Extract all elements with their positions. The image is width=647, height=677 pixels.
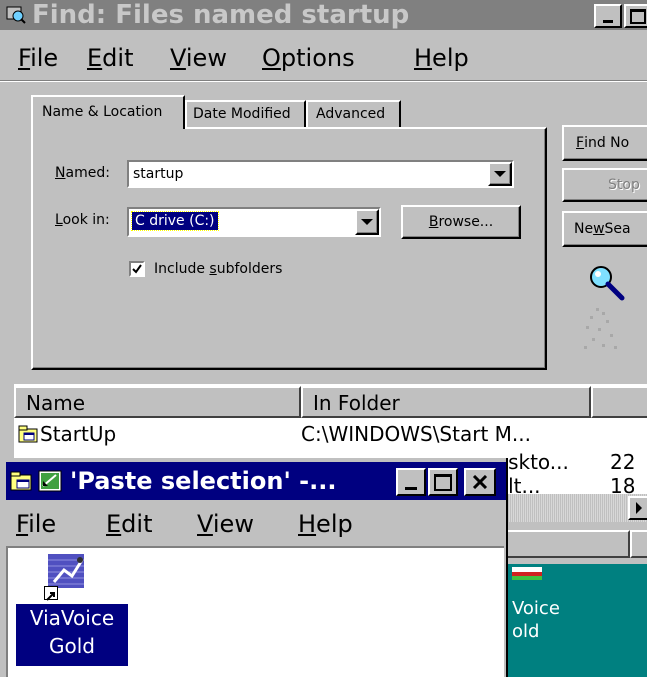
paste-minimize-button[interactable] — [396, 468, 426, 496]
background-header-cell — [500, 530, 630, 558]
background-title-stripe — [500, 494, 647, 522]
named-label: Named: — [55, 165, 110, 181]
menu-edit[interactable]: Edit — [87, 44, 133, 72]
row-name: StartUp — [40, 422, 117, 446]
row-folder: C:\WINDOWS\Start M... — [301, 422, 531, 446]
tab-name-location[interactable]: Name & Location — [31, 95, 185, 129]
paste-title-bar[interactable]: 'Paste selection' -... — [6, 462, 506, 500]
tab-date-modified[interactable]: Date Modified — [185, 100, 306, 128]
lookin-value[interactable]: C drive (C:) — [131, 211, 219, 231]
folder-icon — [10, 470, 34, 492]
chevron-down-icon — [494, 171, 506, 177]
browse-button[interactable]: Browse... — [401, 205, 521, 239]
checkmark-icon — [132, 264, 142, 274]
paste-window-title: 'Paste selection' -... — [70, 467, 337, 495]
menu-separator — [0, 80, 647, 82]
find-minimize-button[interactable] — [594, 4, 622, 28]
column-header-folder[interactable]: In Folder — [301, 386, 591, 418]
chevron-right-icon — [636, 502, 642, 514]
column-header-name[interactable]: Name — [14, 386, 301, 418]
magnifier-icon — [586, 262, 630, 306]
menu-options[interactable]: Options — [262, 44, 355, 72]
background-scroll-right-button[interactable] — [628, 496, 647, 520]
lookin-combobox[interactable]: C drive (C:) — [127, 207, 381, 237]
background-window: Voice old — [500, 494, 647, 677]
paste-menu-edit[interactable]: Edit — [106, 510, 152, 538]
find-window-title: Find: Files named startup — [32, 0, 410, 30]
find-now-button[interactable]: Find No — [562, 125, 647, 161]
tab-advanced[interactable]: Advanced — [306, 100, 401, 128]
menu-help[interactable]: Help — [414, 44, 469, 72]
column-header-size[interactable] — [591, 386, 647, 418]
new-search-button[interactable]: Ne w Sea — [562, 211, 647, 247]
minimize-icon — [405, 486, 417, 490]
background-icon-label: Voice — [512, 598, 560, 619]
shortcut-arrow-icon — [44, 586, 58, 601]
close-icon — [472, 475, 488, 489]
table-row[interactable]: StartUp C:\WINDOWS\Start M... — [14, 420, 647, 448]
background-icon-label: old — [512, 621, 540, 642]
find-maximize-button[interactable] — [624, 4, 647, 28]
find-menu-bar: File Edit View Options Help — [0, 36, 647, 76]
named-combobox[interactable]: startup — [127, 160, 514, 188]
stop-button[interactable]: Stop — [562, 168, 647, 202]
paste-maximize-button[interactable] — [428, 468, 458, 496]
viavoice-shortcut[interactable]: ViaVoice Gold — [14, 552, 134, 672]
include-subfolders-checkbox[interactable] — [129, 261, 145, 277]
maximize-icon — [434, 473, 452, 491]
folder-icon — [18, 424, 38, 443]
find-title-bar[interactable]: Find: Files named startup — [0, 0, 647, 30]
paste-menu-view[interactable]: View — [197, 510, 254, 538]
paste-close-button[interactable] — [464, 468, 496, 496]
lookin-label: Look in: — [55, 212, 110, 228]
maximize-icon — [630, 8, 646, 24]
row-size: 22 — [610, 450, 636, 474]
background-icon-strip — [512, 566, 542, 580]
find-window-icon — [6, 4, 26, 24]
menu-file[interactable]: File — [18, 44, 58, 72]
viavoice-label: ViaVoice Gold — [15, 603, 129, 667]
paste-menu-help[interactable]: Help — [298, 510, 353, 538]
paste-window: 'Paste selection' -... File Edit View He… — [0, 458, 508, 677]
paste-menu-bar: File Edit View Help — [0, 506, 506, 542]
background-header-cell — [630, 530, 647, 558]
paper-animation-icon — [578, 306, 624, 356]
minimize-icon — [603, 19, 613, 23]
paste-menu-file[interactable]: File — [16, 510, 56, 538]
named-dropdown-button[interactable] — [488, 162, 512, 186]
menu-view[interactable]: View — [170, 44, 227, 72]
include-subfolders-label[interactable]: Include subfolders — [154, 261, 282, 277]
named-input[interactable]: startup — [133, 166, 183, 182]
lookin-dropdown-button[interactable] — [355, 209, 379, 235]
chevron-down-icon — [361, 219, 373, 225]
shortcut-app-icon — [38, 470, 62, 492]
